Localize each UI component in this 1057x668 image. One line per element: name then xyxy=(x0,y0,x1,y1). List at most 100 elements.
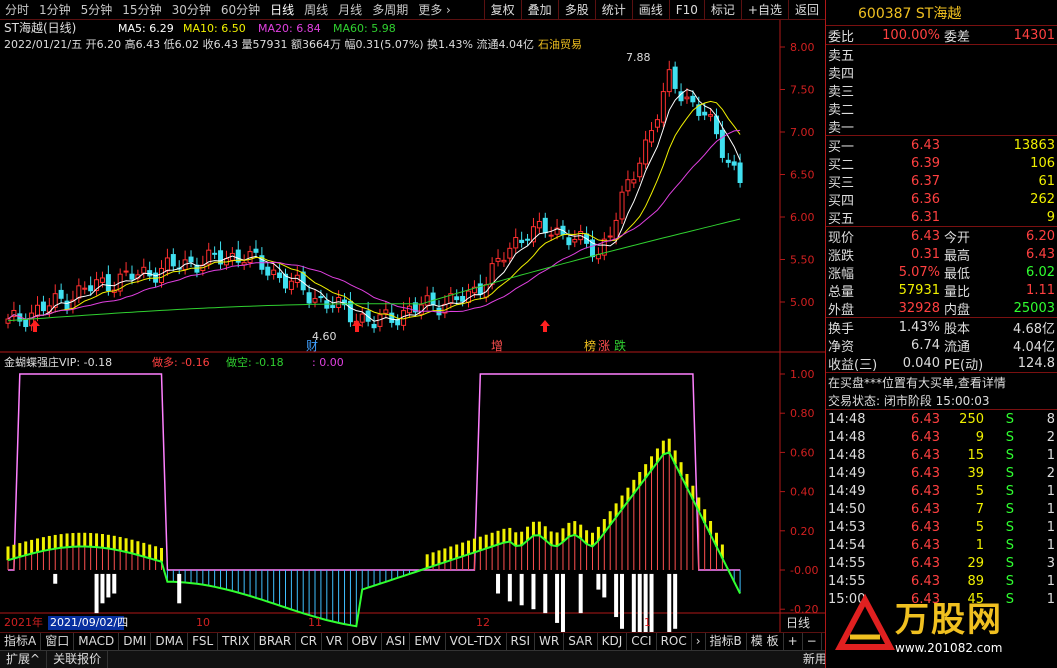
tick-volume: 29 xyxy=(967,555,984,571)
bid-label: 买五 xyxy=(828,211,855,227)
ind-cap xyxy=(461,542,465,557)
indicator-tab-22[interactable]: 模 板 xyxy=(747,633,784,650)
toolbar-button-1[interactable]: 叠加 xyxy=(520,0,558,20)
toolbar-button-0[interactable]: 复权 xyxy=(483,0,521,20)
ind-zero: : 0.00 xyxy=(312,356,344,369)
indicator-tab-6[interactable]: TRIX xyxy=(218,633,255,650)
ind-cap xyxy=(65,533,69,548)
indicator-tab-1[interactable]: 窗口 xyxy=(41,633,75,650)
period-tab-5[interactable]: 60分钟 xyxy=(216,0,265,20)
ind-white-bar xyxy=(631,573,636,632)
ind-white-bar xyxy=(496,573,501,594)
toolbar-button-8[interactable]: 返回 xyxy=(787,0,825,20)
stat2-value2: 124.8 xyxy=(1017,355,1055,371)
ind-cap xyxy=(148,544,152,559)
high-label: 7.88 xyxy=(626,51,651,64)
candle-body xyxy=(477,283,483,295)
toolbar-button-2[interactable]: 多股 xyxy=(557,0,595,20)
period-tab-4[interactable]: 30分钟 xyxy=(167,0,216,20)
trade-status: 交易状态: 闭市阶段 15:00:03 xyxy=(828,393,990,408)
weibi-value: 100.00% xyxy=(882,27,940,43)
candle-body xyxy=(637,162,643,178)
ind-white-bar xyxy=(519,573,524,606)
footer-item-0[interactable]: 扩展^ xyxy=(0,651,48,668)
footer-item-1[interactable]: 关联报价 xyxy=(47,651,109,668)
tick-row: 14:49 6.43 5 S 1 xyxy=(826,482,1057,500)
indicator-tab-12[interactable]: EMV xyxy=(410,633,446,650)
ind-cap xyxy=(449,546,453,561)
indicator-tab-11[interactable]: ASI xyxy=(382,633,411,650)
event-tag: 跌 xyxy=(614,338,626,353)
tick-count: 1 xyxy=(1046,537,1055,553)
ind-cap xyxy=(661,440,665,455)
indicator-tab-20[interactable]: › xyxy=(692,633,706,650)
tick-row: 14:48 6.43 9 S 2 xyxy=(826,428,1057,446)
indicator-tab-21[interactable]: 指标B xyxy=(706,633,747,650)
indicator-tab-9[interactable]: VR xyxy=(322,633,348,650)
period-label[interactable]: 日线 xyxy=(786,616,810,630)
bid-label: 买二 xyxy=(828,157,855,173)
bid-volume: 13863 xyxy=(1013,137,1055,153)
period-tab-0[interactable]: 分时 xyxy=(0,0,34,20)
month-tick: 12 xyxy=(476,616,490,629)
candle-body xyxy=(288,280,294,290)
candle-body xyxy=(141,266,147,274)
toolbar-button-7[interactable]: +自选 xyxy=(740,0,788,20)
indicator-tab-19[interactable]: ROC xyxy=(657,633,692,650)
candle-body xyxy=(82,287,88,290)
ind-cap xyxy=(443,548,447,563)
indicator-tab-18[interactable]: CCI xyxy=(627,633,657,650)
candle-body xyxy=(318,296,324,299)
indicator-tab-8[interactable]: CR xyxy=(296,633,322,650)
toolbar-button-4[interactable]: 画线 xyxy=(631,0,669,20)
period-tab-10[interactable]: 更多 › xyxy=(413,0,456,20)
ind-white-bar xyxy=(637,573,642,632)
period-tab-7[interactable]: 周线 xyxy=(299,0,333,20)
period-tab-9[interactable]: 多周期 xyxy=(367,0,413,20)
indicator-tab-15[interactable]: WR xyxy=(535,633,565,650)
tick-side: S xyxy=(1005,447,1014,463)
toolbar-button-6[interactable]: 标记 xyxy=(703,0,741,20)
period-tab-8[interactable]: 月线 xyxy=(333,0,367,20)
indicator-tab-2[interactable]: MACD xyxy=(74,633,120,650)
candle-body xyxy=(76,285,82,299)
ind-cap xyxy=(502,528,506,543)
legend-ma20: MA20: 6.84 xyxy=(258,22,321,35)
ind-cap xyxy=(567,522,571,537)
period-tab-3[interactable]: 15分钟 xyxy=(117,0,166,20)
candle-body xyxy=(265,266,271,276)
stat-value2: 6.43 xyxy=(1026,246,1055,262)
indicator-tab-0[interactable]: 指标A xyxy=(0,633,42,650)
tick-count: 1 xyxy=(1046,519,1055,535)
period-tab-1[interactable]: 1分钟 xyxy=(34,0,76,20)
indicator-tab-5[interactable]: FSL xyxy=(188,633,219,650)
tick-price: 6.43 xyxy=(911,573,940,589)
stat2-label2: 流通 xyxy=(944,339,971,355)
indicator-tab-16[interactable]: SAR xyxy=(564,633,598,650)
month-tick: 10 xyxy=(196,616,210,629)
indicator-tab-10[interactable]: OBV xyxy=(348,633,383,650)
tick-side: S xyxy=(1005,465,1014,481)
indicator-tab-4[interactable]: DMA xyxy=(151,633,189,650)
tick-count: 1 xyxy=(1046,447,1055,463)
big-order-notice[interactable]: 在买盘***位置有大买单,查看详情 xyxy=(826,373,1057,391)
toolbar-button-3[interactable]: 统计 xyxy=(594,0,632,20)
indicator-tab-17[interactable]: KDJ xyxy=(598,633,628,650)
candle-body xyxy=(159,267,165,284)
indicator-tab-23[interactable]: + xyxy=(784,633,803,650)
candle-body xyxy=(383,309,389,314)
ind-white-bar xyxy=(560,573,565,632)
indicator-tab-3[interactable]: DMI xyxy=(119,633,152,650)
candle-body xyxy=(164,257,170,272)
candle-body xyxy=(401,310,407,326)
indicator-tab-14[interactable]: RSI xyxy=(507,633,536,650)
toolbar-button-5[interactable]: F10 xyxy=(668,0,704,20)
indicator-tab-7[interactable]: BRAR xyxy=(255,633,297,650)
tick-row: 14:55 6.43 29 S 3 xyxy=(826,554,1057,572)
bid-price: 6.37 xyxy=(911,173,940,189)
kline-chart[interactable]: ST海越(日线) MA5: 6.29 MA10: 6.50 MA20: 6.84 MA6… xyxy=(0,20,825,632)
indicator-tab-24[interactable]: − xyxy=(803,633,822,650)
period-tab-2[interactable]: 5分钟 xyxy=(76,0,118,20)
indicator-tab-13[interactable]: VOL-TDX xyxy=(446,633,507,650)
period-tab-6[interactable]: 日线 xyxy=(265,0,299,20)
